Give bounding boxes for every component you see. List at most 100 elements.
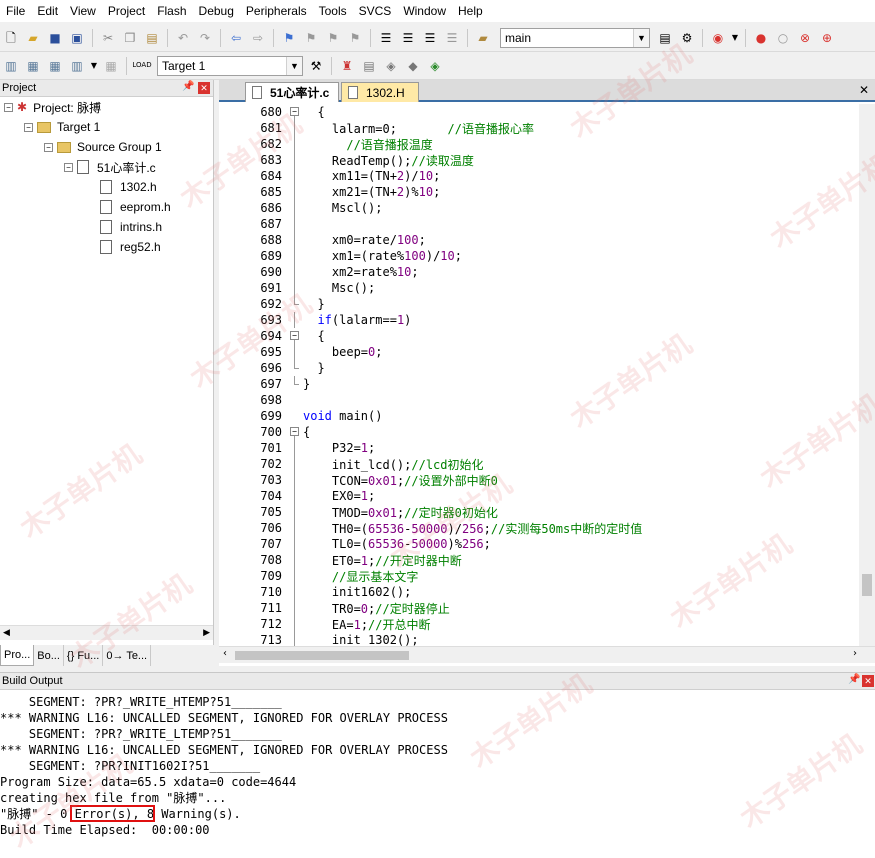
tree-project[interactable]: − ✱ Project: 脉搏 (4, 97, 101, 117)
chevron-down-icon[interactable]: ▼ (731, 29, 739, 47)
unindent-icon[interactable]: ☰ (399, 29, 417, 47)
menu-peripherals[interactable]: Peripherals (246, 4, 307, 18)
undo-icon[interactable]: ↶ (174, 29, 192, 47)
tree-header-file[interactable]: eeprom.h (100, 197, 171, 217)
code-line[interactable]: 700−{ (219, 424, 859, 440)
code-area[interactable]: 680− {681 lalarm=0; //语音播报心率 682 //语音播报温度… (219, 104, 859, 648)
code-line[interactable]: 682 //语音播报温度 (219, 136, 859, 152)
code-line[interactable]: 711 TR0=0;//定时器停止 (219, 600, 859, 616)
tab-project[interactable]: Pro... (0, 645, 35, 666)
code-line[interactable]: 683 ReadTemp();//读取温度 (219, 152, 859, 168)
menu-window[interactable]: Window (403, 4, 446, 18)
code-line[interactable]: 691 Msc(); (219, 280, 859, 296)
code-line[interactable]: 686 Mscl(); (219, 200, 859, 216)
rebuild-icon[interactable]: ▦ (46, 57, 64, 75)
code-line[interactable]: 684 xm11=(TN+2)/10; (219, 168, 859, 184)
find-in-files-icon[interactable]: ▰ (474, 29, 492, 47)
code-line[interactable]: 687 (219, 216, 859, 232)
build-icon[interactable]: ▦ (24, 57, 42, 75)
editor-vscrollbar[interactable] (859, 104, 875, 648)
batch-build-icon[interactable]: ▥ (68, 57, 86, 75)
code-line[interactable]: 698 (219, 392, 859, 408)
code-line[interactable]: 706 TH0=(65536-50000)/256;//实测每50ms中断的定时… (219, 520, 859, 536)
breakpoint-kill-icon[interactable]: ⊗ (796, 29, 814, 47)
tree-source-file[interactable]: − 51心率计.c (64, 157, 156, 177)
code-line[interactable]: 704 EX0=1; (219, 488, 859, 504)
code-line[interactable]: 694− { (219, 328, 859, 344)
bookmark-prev-icon[interactable]: ⚑ (302, 29, 320, 47)
code-line[interactable]: 699 void main() (219, 408, 859, 424)
translate-icon[interactable]: ▥ (2, 57, 20, 75)
project-hscrollbar[interactable]: ◀ ▶ (0, 625, 213, 640)
editor-hscrollbar[interactable]: ‹ › (219, 646, 875, 663)
code-line[interactable]: 695 beep=0; (219, 344, 859, 360)
close-icon[interactable]: ✕ (859, 83, 869, 97)
tab-1302-h[interactable]: 1302.H (341, 82, 419, 102)
menu-project[interactable]: Project (108, 4, 145, 18)
config-wizard-icon[interactable]: ⚙ (678, 29, 696, 47)
bookmark-icon[interactable]: ⚑ (280, 29, 298, 47)
code-line[interactable]: 680− { (219, 104, 859, 120)
scroll-thumb[interactable] (862, 574, 872, 596)
breakpoint-icon[interactable]: ● (752, 29, 770, 47)
tree-header-file[interactable]: 1302.h (100, 177, 157, 197)
stop-build-icon[interactable]: ▦ (102, 57, 120, 75)
comment-icon[interactable]: ☰ (421, 29, 439, 47)
code-line[interactable]: 705 TMOD=0x01;//定时器0初始化 (219, 504, 859, 520)
menu-edit[interactable]: Edit (37, 4, 58, 18)
tab-books[interactable]: Bo... (34, 645, 64, 666)
code-line[interactable]: 688 xm0=rate/100; (219, 232, 859, 248)
target-options-icon[interactable]: ⚒ (307, 57, 325, 75)
scroll-thumb[interactable] (235, 651, 409, 660)
code-line[interactable]: 689 xm1=(rate%100)/10; (219, 248, 859, 264)
nav-back-icon[interactable]: ⇦ (227, 29, 245, 47)
find-icon[interactable]: ▤ (656, 29, 674, 47)
collapse-icon[interactable]: − (64, 162, 73, 172)
breakpoint-disable-icon[interactable]: ○ (774, 29, 792, 47)
open-file-icon[interactable]: ▰ (24, 29, 42, 47)
select-packs-icon[interactable]: ◈ (382, 57, 400, 75)
collapse-icon[interactable]: − (24, 122, 33, 132)
pack-installer-icon[interactable]: ◆ (404, 57, 422, 75)
scroll-right-icon[interactable]: ▶ (203, 628, 210, 638)
pin-icon[interactable]: 📌 (182, 81, 194, 92)
code-line[interactable]: 690 xm2=rate%10; (219, 264, 859, 280)
manage-project-icon[interactable]: ♜ (338, 57, 356, 75)
code-line[interactable]: 708 ET0=1;//开定时器中断 (219, 552, 859, 568)
redo-icon[interactable]: ↷ (196, 29, 214, 47)
new-file-icon[interactable]: 🗋 (2, 29, 20, 47)
tab-templates[interactable]: 0→ Te... (103, 645, 152, 666)
target-select[interactable]: Target 1 ▼ (157, 55, 303, 76)
find-combo[interactable]: main ▼ (500, 27, 650, 48)
code-line[interactable]: 681 lalarm=0; //语音播报心率 (219, 120, 859, 136)
code-line[interactable]: 696 } (219, 360, 859, 376)
code-line[interactable]: 693 if(lalarm==1) (219, 312, 859, 328)
tree-source-group[interactable]: − Source Group 1 (44, 137, 162, 157)
tree-target[interactable]: − Target 1 (24, 117, 100, 137)
close-icon[interactable]: ✕ (198, 82, 210, 94)
tab-51xinlvji-c[interactable]: 51心率计.c (245, 82, 339, 102)
cut-icon[interactable]: ✂ (99, 29, 117, 47)
code-line[interactable]: 703 TCON=0x01;//设置外部中断0 (219, 472, 859, 488)
menu-debug[interactable]: Debug (199, 4, 234, 18)
collapse-icon[interactable]: − (44, 142, 53, 152)
menu-tools[interactable]: Tools (319, 4, 347, 18)
uncomment-icon[interactable]: ☰ (443, 29, 461, 47)
close-icon[interactable]: ✕ (862, 675, 874, 687)
code-line[interactable]: 707 TL0=(65536-50000)%256; (219, 536, 859, 552)
tree-header-file[interactable]: reg52.h (100, 237, 161, 257)
scroll-left-icon[interactable]: ◀ (3, 628, 10, 638)
code-line[interactable]: 692 } (219, 296, 859, 312)
collapse-icon[interactable]: − (4, 102, 13, 112)
debug-session-icon[interactable]: ◉ (709, 29, 727, 47)
download-icon[interactable]: LOAD (132, 57, 151, 75)
indent-icon[interactable]: ☰ (377, 29, 395, 47)
chevron-down-icon[interactable]: ▼ (633, 28, 649, 47)
chevron-down-icon[interactable]: ▼ (286, 56, 302, 75)
nav-forward-icon[interactable]: ⇨ (249, 29, 267, 47)
menu-view[interactable]: View (70, 4, 96, 18)
collapse-icon[interactable]: − (290, 331, 299, 340)
menu-help[interactable]: Help (458, 4, 483, 18)
menu-file[interactable]: File (6, 4, 25, 18)
code-line[interactable]: 697} (219, 376, 859, 392)
